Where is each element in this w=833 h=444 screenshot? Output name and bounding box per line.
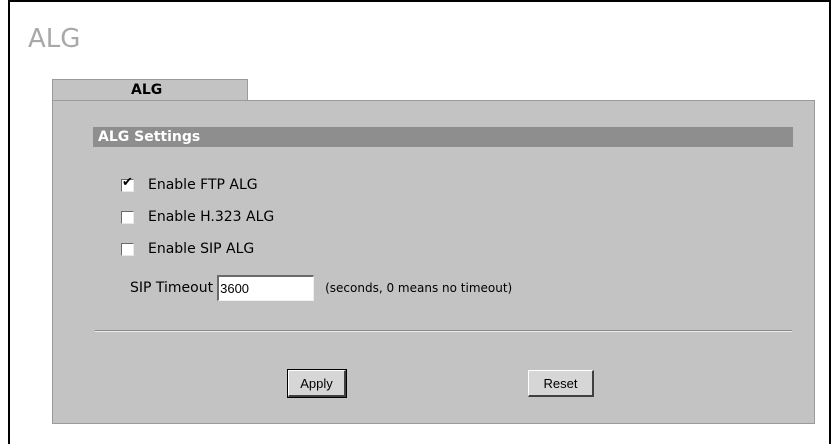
sip-alg-checkbox[interactable] (121, 242, 134, 256)
window-frame: ALG ALG ALG Settings ✔ Enable FTP ALG En… (8, 0, 831, 444)
section-header: ALG Settings (93, 127, 793, 147)
tab-label: ALG (131, 82, 163, 98)
sip-timeout-input[interactable] (217, 275, 315, 301)
sip-timeout-row: SIP Timeout (seconds, 0 means no timeout… (130, 274, 512, 302)
divider (95, 330, 792, 332)
settings-panel: ALG Settings ✔ Enable FTP ALG Enable H.3… (52, 100, 815, 424)
sip-timeout-label: SIP Timeout (130, 280, 214, 296)
tab-alg[interactable]: ALG (52, 79, 248, 100)
page-title: ALG (28, 24, 81, 54)
sip-timeout-hint: (seconds, 0 means no timeout) (325, 281, 513, 295)
apply-button[interactable]: Apply (287, 369, 347, 398)
reset-button[interactable]: Reset (528, 370, 594, 397)
option-h323-row: Enable H.323 ALG (121, 207, 274, 227)
sip-alg-label: Enable SIP ALG (148, 241, 255, 257)
option-ftp-row: ✔ Enable FTP ALG (121, 175, 258, 195)
ftp-alg-checkbox[interactable]: ✔ (121, 174, 134, 192)
option-sip-row: Enable SIP ALG (121, 239, 254, 259)
checkmark-icon: ✔ (122, 174, 133, 190)
h323-alg-label: Enable H.323 ALG (148, 209, 275, 225)
ftp-alg-label: Enable FTP ALG (148, 177, 258, 193)
h323-alg-checkbox[interactable] (121, 210, 134, 224)
